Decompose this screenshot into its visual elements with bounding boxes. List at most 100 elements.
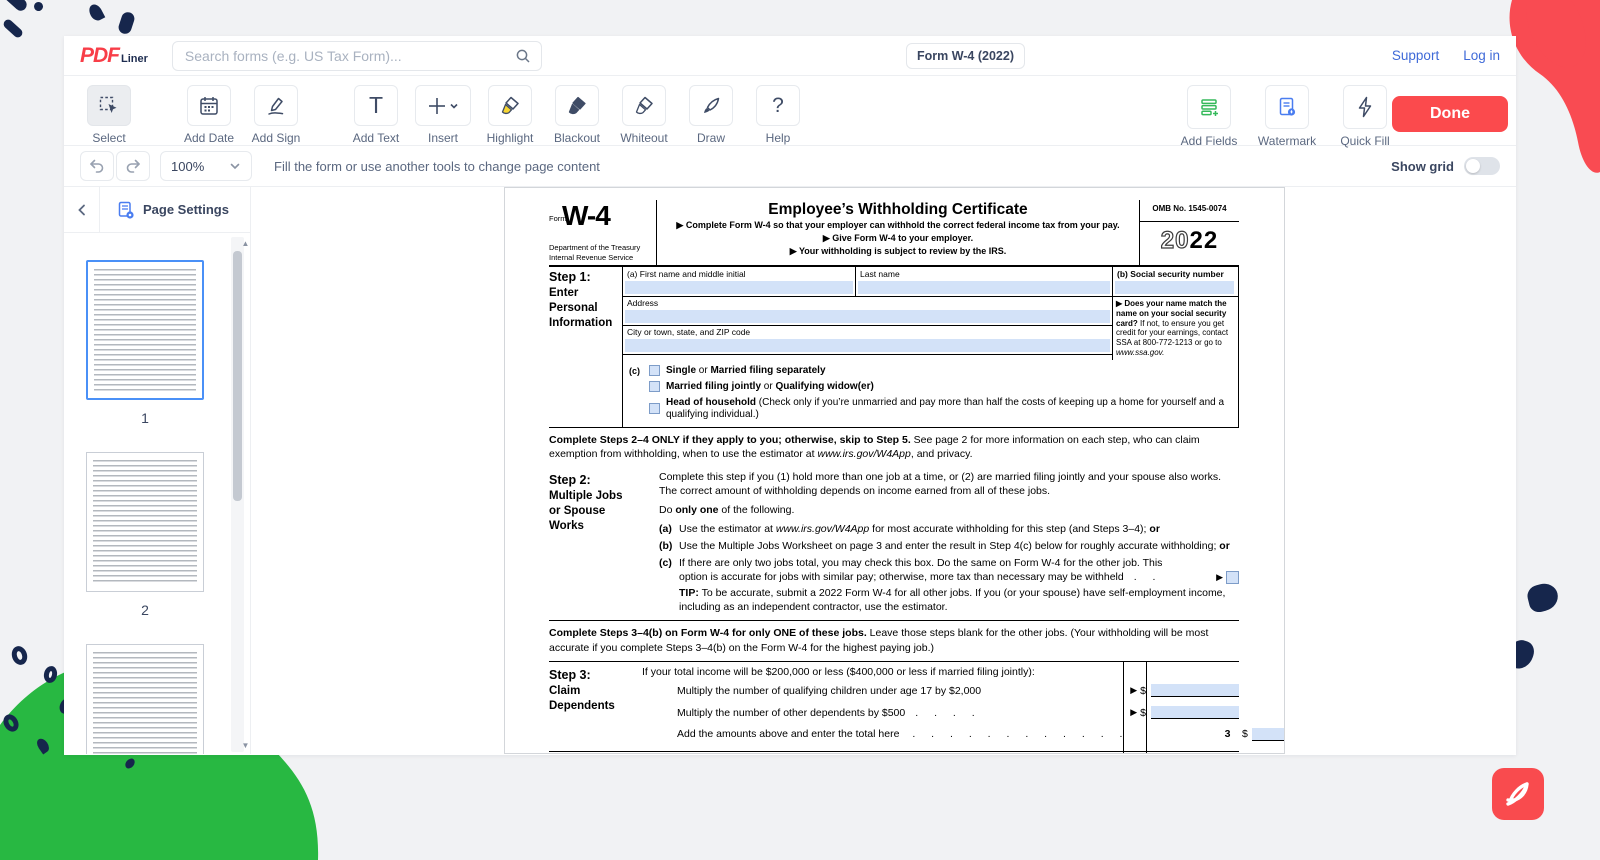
page-settings-label: Page Settings	[143, 202, 229, 217]
highlight-brush-icon	[498, 94, 522, 118]
toolbar: Select Add Date	[64, 76, 1516, 146]
insert-button[interactable]: Insert	[416, 85, 470, 145]
step4-section: Step 4 (a) Other income (not from jobs).…	[549, 752, 1239, 754]
sub-toolbar: 100% Fill the form or use another tools …	[64, 146, 1516, 187]
search-icon	[515, 48, 531, 64]
toggle-knob	[1466, 159, 1480, 173]
decor-comma	[87, 2, 106, 23]
lightning-icon	[1353, 95, 1377, 119]
step2-paragraph1: Complete this step if you (1) hold more …	[659, 471, 1239, 499]
blackout-brush-icon	[565, 94, 589, 118]
decor-dash	[2, 18, 24, 39]
zoom-select[interactable]: 100%	[160, 151, 252, 181]
add-date-button[interactable]: Add Date	[182, 85, 236, 145]
add-fields-button[interactable]: Add Fields	[1182, 85, 1236, 148]
show-grid-toggle[interactable]	[1464, 157, 1500, 175]
step1-title: Step 1:	[549, 270, 622, 284]
two-jobs-checkbox[interactable]	[1226, 571, 1239, 584]
decor-dot	[33, 1, 45, 13]
qualifying-children-field[interactable]	[1151, 684, 1239, 697]
steps-2-4-note: Complete Steps 2–4 ONLY if they apply to…	[549, 428, 1239, 468]
head-of-household-option-label: Head of household (Check only if you’re …	[666, 397, 1238, 421]
last-name-field[interactable]	[858, 281, 1110, 294]
first-name-label: (a) First name and middle initial	[623, 268, 855, 280]
dept-line1: Department of the Treasury	[549, 243, 640, 252]
add-fields-icon	[1197, 95, 1221, 119]
page-settings-button[interactable]: Page Settings	[116, 200, 229, 220]
page-thumbnail-2[interactable]: 2	[64, 452, 226, 618]
watermark-icon	[1275, 95, 1299, 119]
form-bullet2: ▶ Give Form W-4 to your employer.	[665, 232, 1131, 245]
omb-number: OMB No. 1545-0074	[1140, 200, 1239, 222]
step3-section: Step 3: ClaimDependents If your total in…	[549, 661, 1239, 752]
page-settings-icon	[116, 200, 136, 220]
step3-title: Step 3:	[549, 668, 642, 682]
thumbnail-image	[86, 452, 204, 592]
search-input[interactable]	[183, 47, 515, 65]
pdfliner-logo[interactable]: PDF Liner	[80, 44, 148, 68]
undo-button[interactable]	[80, 151, 114, 181]
form-word: Form	[549, 214, 567, 223]
sidebar-collapse-button[interactable]	[64, 187, 100, 233]
single-option-label: Single or Married filing separately	[666, 365, 826, 377]
support-link[interactable]: Support	[1392, 48, 1439, 63]
scrollbar-thumb[interactable]	[233, 251, 242, 501]
form-header: Form W-4 Department of the Treasury Inte…	[549, 200, 1239, 267]
add-sign-button[interactable]: Add Sign	[249, 85, 303, 145]
ssa-note: ▶ Does your name match the name on your …	[1112, 297, 1238, 360]
add-text-button[interactable]: T Add Text	[349, 85, 403, 145]
select-button[interactable]: Select	[82, 85, 136, 145]
editor-hint-text: Fill the form or use another tools to ch…	[274, 159, 600, 174]
help-button[interactable]: ? Help	[751, 85, 805, 145]
address-field[interactable]	[625, 310, 1110, 323]
draw-button[interactable]: Draw	[684, 85, 738, 145]
quick-fill-button[interactable]: Quick Fill	[1338, 85, 1392, 148]
step2-tip: TIP: To be accurate, submit a 2022 Form …	[659, 587, 1239, 615]
step2-option-c: (c) If there are only two jobs total, yo…	[659, 557, 1239, 585]
page-thumbnail-1[interactable]: 1	[64, 260, 226, 426]
total-dependents-field[interactable]	[1252, 728, 1285, 741]
ssn-label: (b) Social security number	[1113, 268, 1236, 280]
chevron-down-icon	[229, 160, 241, 172]
step2-section: Step 2: Multiple Jobsor SpouseWorks Comp…	[549, 467, 1239, 621]
step3-row3: Add the amounts above and enter the tota…	[677, 728, 1239, 744]
thumbnail-list: 1 2 3	[64, 234, 226, 754]
step2-option-a: (a) Use the estimator at www.irs.gov/W4A…	[659, 523, 1239, 537]
pdf-logo-floating-button[interactable]	[1492, 768, 1544, 820]
search-box[interactable]	[172, 41, 542, 71]
app-panel: PDF Liner Form W-4 (2022) Support Log in…	[64, 36, 1516, 755]
done-button[interactable]: Done	[1392, 96, 1508, 132]
text-T-icon: T	[369, 94, 383, 117]
form-title: Employee’s Withholding Certificate	[665, 201, 1131, 219]
undo-icon	[88, 157, 106, 175]
form-bullet3: ▶ Your withholding is subject to review …	[665, 245, 1131, 258]
watermark-button[interactable]: Watermark	[1260, 85, 1314, 148]
w4-document-page: Form W-4 Department of the Treasury Inte…	[504, 187, 1285, 754]
first-name-field[interactable]	[625, 281, 853, 294]
line3-number: 3	[1216, 728, 1239, 740]
plus-chevron-icon	[426, 94, 460, 118]
page-number: 2	[141, 602, 149, 618]
single-checkbox[interactable]	[649, 365, 660, 376]
married-jointly-option-label: Married filing jointly or Qualifying wid…	[666, 381, 874, 393]
login-link[interactable]: Log in	[1463, 48, 1500, 63]
pages-sidebar: Page Settings 1 2 3 ▲	[64, 187, 251, 754]
step2-paragraph2: Do only one of the following.	[659, 504, 1239, 518]
address-label: Address	[623, 297, 1112, 309]
head-of-household-checkbox[interactable]	[649, 403, 660, 414]
ssn-field[interactable]	[1115, 281, 1234, 294]
sidebar-scrollbar[interactable]: ▲ ▼	[231, 237, 244, 752]
page-thumbnail-3[interactable]: 3	[64, 644, 226, 754]
form-name: W-4	[562, 202, 656, 230]
highlight-button[interactable]: Highlight	[483, 85, 537, 145]
blackout-button[interactable]: Blackout	[550, 85, 604, 145]
step2-title: Step 2:	[549, 473, 659, 487]
married-jointly-checkbox[interactable]	[649, 381, 660, 392]
document-title-badge: Form W-4 (2022)	[906, 43, 1025, 69]
redo-button[interactable]	[116, 151, 150, 181]
city-field[interactable]	[625, 339, 1110, 352]
whiteout-button[interactable]: Whiteout	[617, 85, 671, 145]
other-dependents-field[interactable]	[1151, 706, 1239, 719]
draw-pen-icon	[699, 94, 723, 118]
show-grid-label: Show grid	[1391, 159, 1454, 174]
